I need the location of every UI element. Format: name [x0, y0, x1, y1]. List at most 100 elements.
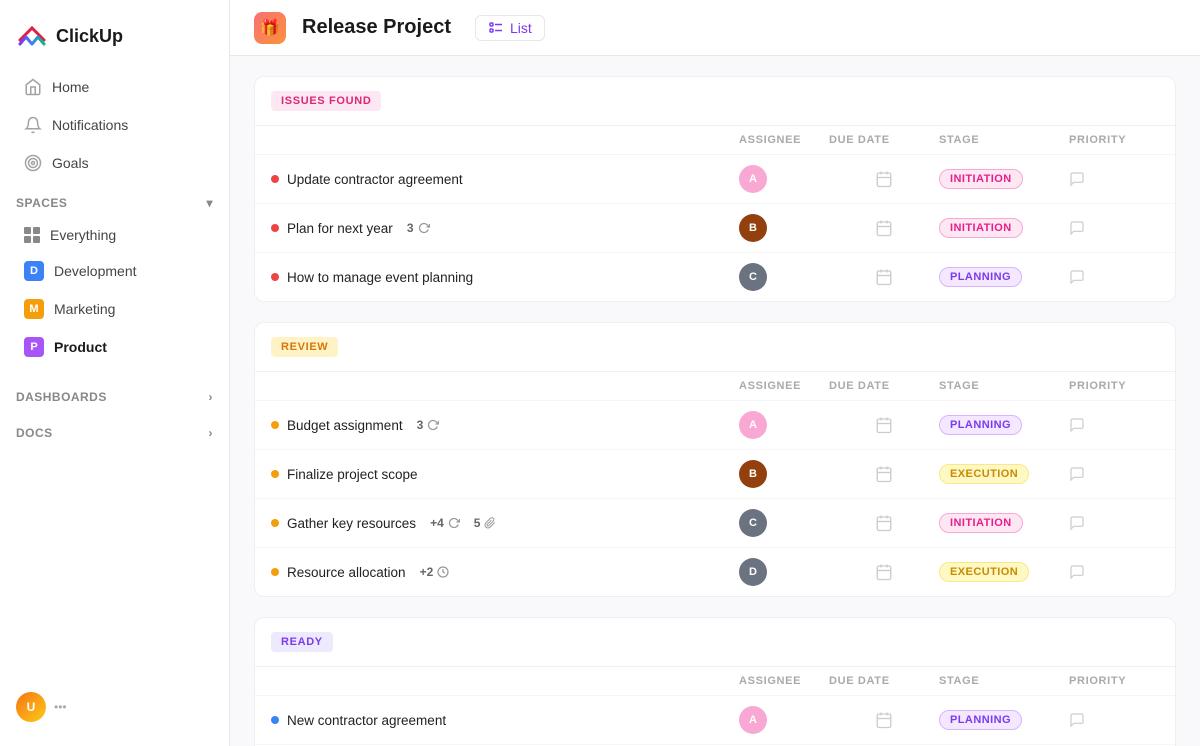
sidebar-item-everything[interactable]: Everything [8, 219, 221, 251]
task-meta: 3 [417, 418, 440, 432]
task-label: Gather key resources [287, 516, 416, 531]
marketing-initial: M [29, 303, 38, 315]
table-row[interactable]: Finalize project scope B EXECUTION [255, 450, 1175, 499]
task-label: New contractor agreement [287, 713, 446, 728]
priority-cell[interactable] [1069, 712, 1159, 728]
task-dot [271, 519, 279, 527]
task-label: Budget assignment [287, 418, 403, 433]
spaces-label: Spaces [16, 196, 67, 210]
dashboards-label: Dashboards [16, 390, 107, 404]
table-row[interactable]: New contractor agreement A PLANNING [255, 696, 1175, 745]
dashboards-chevron-icon[interactable]: › [209, 390, 213, 404]
stage-badge: PLANNING [939, 710, 1022, 730]
task-dot [271, 716, 279, 724]
table-row[interactable]: Plan for next year 3 B INITIATION [255, 204, 1175, 253]
dashboards-section-header: Dashboards › [0, 376, 229, 412]
sidebar-item-goals[interactable]: Goals [8, 145, 221, 181]
sidebar-item-marketing[interactable]: M Marketing [8, 291, 221, 327]
view-label: List [510, 20, 532, 36]
task-label: Plan for next year [287, 221, 393, 236]
due-date-cell[interactable] [829, 514, 939, 532]
bell-icon [24, 116, 42, 134]
priority-cell[interactable] [1069, 417, 1159, 433]
assignee-cell: B [739, 460, 829, 488]
due-date-cell[interactable] [829, 711, 939, 729]
stage-badge: INITIATION [939, 169, 1023, 189]
badge-review: REVIEW [271, 337, 338, 357]
avatar: A [739, 411, 767, 439]
task-label: How to manage event planning [287, 270, 473, 285]
task-meta: +4 [430, 516, 460, 530]
table-row[interactable]: How to manage event planning C PLANNING [255, 253, 1175, 301]
sidebar-item-home[interactable]: Home [8, 69, 221, 105]
due-date-cell[interactable] [829, 416, 939, 434]
user-avatar[interactable]: U [16, 692, 46, 722]
task-meta: 3 [407, 221, 430, 235]
table-row[interactable]: Update contractor agreement A INITIATION [255, 155, 1175, 204]
avatar: A [739, 165, 767, 193]
everything-icon [24, 227, 40, 243]
avatar: B [739, 214, 767, 242]
stage-cell: PLANNING [939, 267, 1069, 287]
logo[interactable]: ClickUp [0, 12, 229, 68]
development-initial: D [30, 265, 38, 277]
table-row[interactable]: Budget assignment 3 A PLANNING [255, 401, 1175, 450]
docs-chevron-icon[interactable]: › [209, 426, 213, 440]
stage-badge: PLANNING [939, 267, 1022, 287]
sidebar-marketing-label: Marketing [54, 301, 115, 317]
due-date-cell[interactable] [829, 268, 939, 286]
assignee-cell: C [739, 263, 829, 291]
assignee-cell: D [739, 558, 829, 586]
col-assignee: ASSIGNEE [739, 134, 829, 146]
avatar: C [739, 509, 767, 537]
avatar: C [739, 263, 767, 291]
due-date-cell[interactable] [829, 563, 939, 581]
due-date-cell[interactable] [829, 170, 939, 188]
spaces-section-header: Spaces ▾ [0, 182, 229, 218]
task-name-cell: Budget assignment 3 [271, 418, 739, 433]
project-title: Release Project [302, 16, 451, 39]
sidebar-item-development[interactable]: D Development [8, 253, 221, 289]
stage-cell: INITIATION [939, 169, 1069, 189]
task-name-cell: How to manage event planning [271, 270, 739, 285]
col-due-date: DUE DATE [829, 675, 939, 687]
stage-cell: EXECUTION [939, 562, 1069, 582]
main-content: 🎁 Release Project List ISSUES FOUND ASSI… [230, 0, 1200, 746]
task-name-cell: Update contractor agreement [271, 172, 739, 187]
priority-cell[interactable] [1069, 220, 1159, 236]
task-dot [271, 470, 279, 478]
due-date-cell[interactable] [829, 219, 939, 237]
development-dot: D [24, 261, 44, 281]
avatar: A [739, 706, 767, 734]
sidebar-goals-label: Goals [52, 155, 89, 171]
priority-cell[interactable] [1069, 515, 1159, 531]
sidebar-notifications-label: Notifications [52, 117, 128, 133]
spaces-chevron-icon[interactable]: ▾ [206, 196, 213, 210]
content-area: ISSUES FOUND ASSIGNEE DUE DATE STAGE PRI… [230, 56, 1200, 746]
sidebar-product-label: Product [54, 339, 107, 355]
table-column-headers: ASSIGNEE DUE DATE STAGE PRIORITY [255, 372, 1175, 401]
due-date-cell[interactable] [829, 465, 939, 483]
stage-cell: PLANNING [939, 710, 1069, 730]
stage-badge: EXECUTION [939, 562, 1029, 582]
task-name-cell: New contractor agreement [271, 713, 739, 728]
task-meta: +2 [420, 565, 450, 579]
badge-ready: READY [271, 632, 333, 652]
priority-cell[interactable] [1069, 269, 1159, 285]
sidebar-everything-label: Everything [50, 227, 116, 243]
priority-cell[interactable] [1069, 564, 1159, 580]
view-toggle[interactable]: List [475, 15, 545, 41]
sidebar: ClickUp Home Notifications Goals Spaces … [0, 0, 230, 746]
table-row[interactable]: Gather key resources +4 5 C INITIATION [255, 499, 1175, 548]
topbar: 🎁 Release Project List [230, 0, 1200, 56]
priority-cell[interactable] [1069, 171, 1159, 187]
sidebar-item-product[interactable]: P Product [8, 329, 221, 365]
col-stage: STAGE [939, 380, 1069, 392]
priority-cell[interactable] [1069, 466, 1159, 482]
sidebar-item-notifications[interactable]: Notifications [8, 107, 221, 143]
table-row[interactable]: Resource allocation +2 D EXECUTION [255, 548, 1175, 596]
task-label: Update contractor agreement [287, 172, 463, 187]
product-dot: P [24, 337, 44, 357]
col-priority: PRIORITY [1069, 380, 1159, 392]
user-status: ••• [54, 700, 67, 714]
